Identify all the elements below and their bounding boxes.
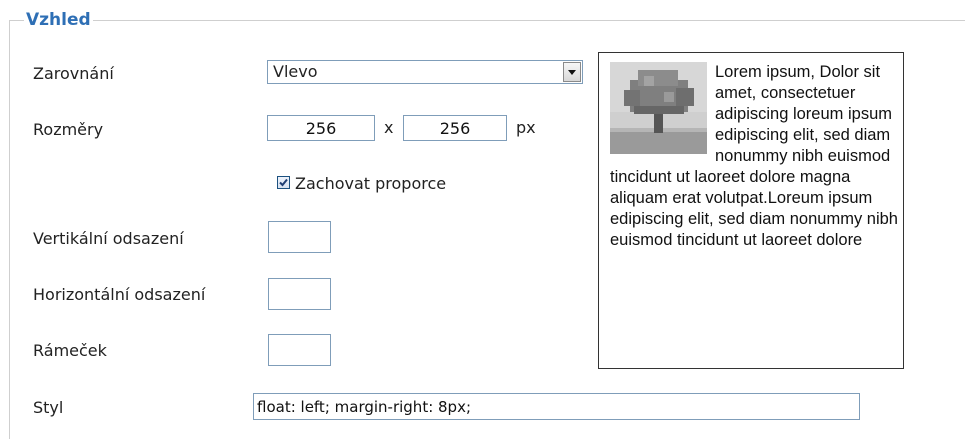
fieldset-border-left <box>9 20 10 439</box>
fieldset-legend: Vzhled <box>24 9 93 31</box>
dimensions-unit: px <box>516 118 536 137</box>
vspace-label: Vertikální odsazení <box>33 229 184 248</box>
style-label: Styl <box>33 398 64 417</box>
hspace-input[interactable] <box>268 278 331 310</box>
fieldset-border-top <box>9 20 965 21</box>
width-input[interactable] <box>267 115 375 141</box>
tree-thumbnail-icon <box>610 62 707 154</box>
alignment-select[interactable]: Vlevo <box>267 60 583 84</box>
style-input[interactable] <box>253 393 860 420</box>
vspace-input[interactable] <box>268 221 331 253</box>
dimensions-separator: x <box>384 118 394 137</box>
dropdown-arrow-icon[interactable] <box>563 62 581 82</box>
checkmark-icon <box>279 178 288 187</box>
keep-ratio-checkbox[interactable] <box>277 176 290 189</box>
alignment-label: Zarovnání <box>33 64 114 83</box>
alignment-select-value: Vlevo <box>273 62 318 81</box>
keep-ratio-label[interactable]: Zachovat proporce <box>295 174 446 194</box>
dimensions-label: Rozměry <box>33 120 104 139</box>
border-label: Rámeček <box>33 341 107 360</box>
image-preview: Lorem ipsum, Dolor sit amet, consectetue… <box>598 52 904 369</box>
height-input[interactable] <box>403 115 507 141</box>
hspace-label: Horizontální odsazení <box>33 285 206 304</box>
border-input[interactable] <box>268 334 331 366</box>
